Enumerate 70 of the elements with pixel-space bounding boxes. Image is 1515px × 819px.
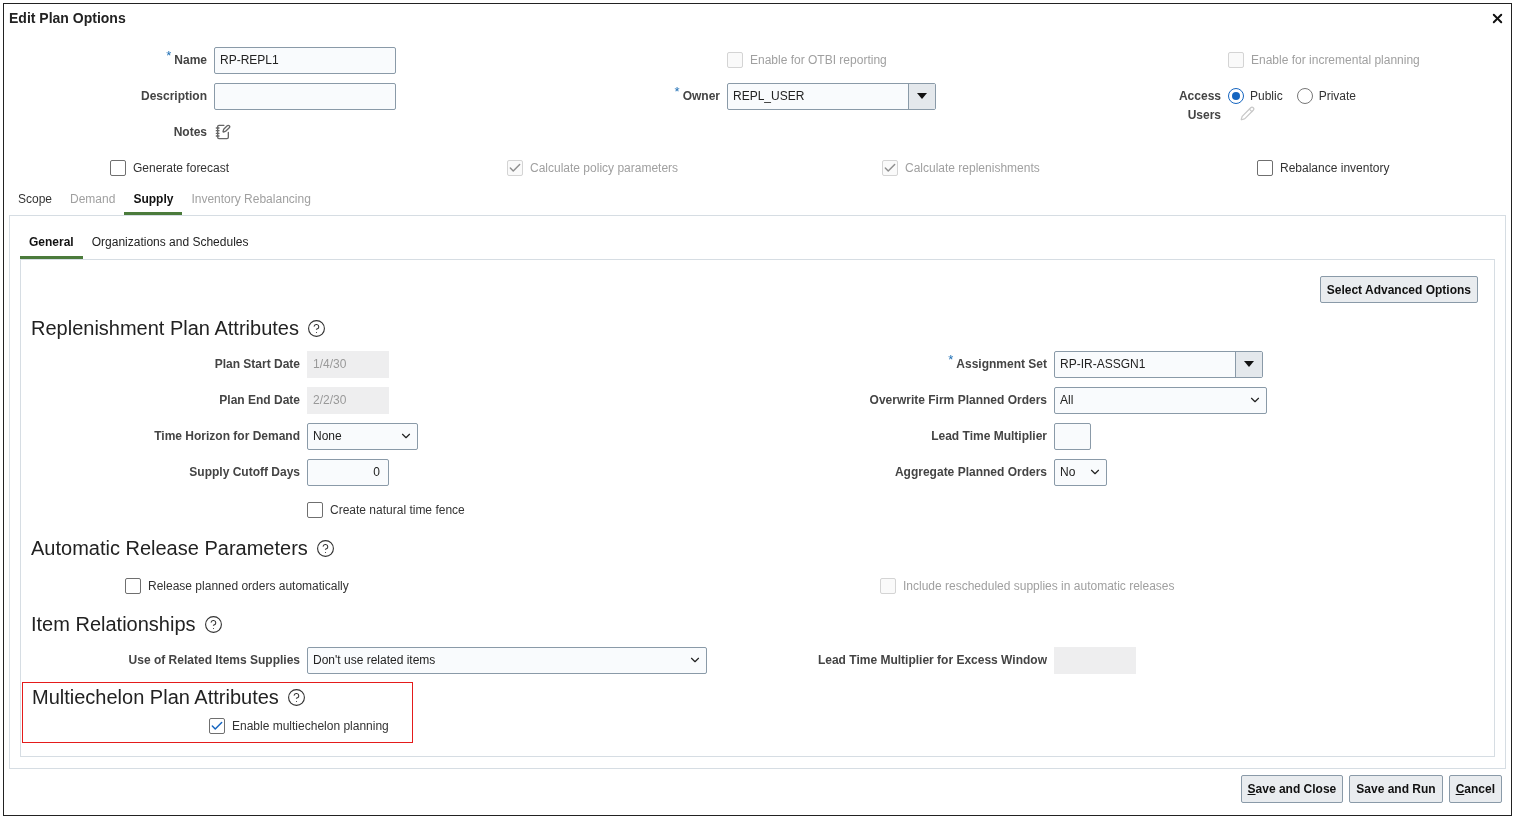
help-icon[interactable] xyxy=(203,614,223,634)
number-field[interactable]: 0 xyxy=(307,458,389,486)
window-title: Edit Plan Options xyxy=(9,8,126,28)
help-icon[interactable] xyxy=(315,538,335,558)
field-label: Notes xyxy=(173,124,207,141)
checkbox[interactable] xyxy=(1257,160,1273,176)
field-label: Plan End Date xyxy=(219,392,300,409)
checkbox[interactable] xyxy=(110,160,126,176)
field-label: Access xyxy=(1178,88,1221,105)
checkbox-label: Release planned orders automatically xyxy=(148,578,349,595)
section-title: Automatic Release Parameters xyxy=(31,536,308,561)
section-title: Item Relationships xyxy=(31,612,196,637)
read-only-field: 1/4/30 xyxy=(307,350,389,378)
field-label: Users xyxy=(1187,107,1221,124)
tab[interactable]: Scope xyxy=(9,186,62,215)
checkbox-label: Enable multiechelon planning xyxy=(232,718,389,735)
field-label: Use of Related Items Supplies xyxy=(128,652,300,669)
checkbox[interactable] xyxy=(209,718,225,734)
field-label: Aggregate Planned Orders xyxy=(894,464,1047,481)
field-label: Description xyxy=(141,88,207,105)
field-label: Time Horizon for Demand xyxy=(154,428,300,445)
input-field[interactable] xyxy=(214,82,396,110)
dropdown[interactable]: No xyxy=(1054,458,1107,486)
radio-label: Public xyxy=(1250,88,1283,105)
footer-button[interactable]: Save and Close xyxy=(1240,775,1344,803)
field-label: Owner xyxy=(682,88,720,105)
help-icon[interactable] xyxy=(306,318,326,338)
tab[interactable]: Supply xyxy=(124,186,183,215)
caret-icon xyxy=(917,93,927,99)
checkbox-label: Generate forecast xyxy=(133,160,230,177)
checkbox-label: Create natural time fence xyxy=(330,502,465,519)
tab[interactable]: General xyxy=(20,228,83,259)
footer-button[interactable]: Save and Run xyxy=(1349,775,1443,803)
radio-button[interactable] xyxy=(1296,88,1313,104)
checkbox-label: Enable for incremental planning xyxy=(1251,52,1420,69)
footer-button[interactable]: Cancel xyxy=(1448,775,1502,803)
checkbox-label: Calculate policy parameters xyxy=(530,160,679,177)
checkbox-label: Include rescheduled supplies in automatic releases xyxy=(903,578,1175,595)
checkbox-label: Enable for OTBI reporting xyxy=(750,52,887,69)
checkbox-label: Rebalance inventory xyxy=(1280,160,1390,177)
combo-box[interactable]: REPL_USER xyxy=(727,82,936,110)
radio-label: Private xyxy=(1318,88,1357,105)
field-label: Overwrite Firm Planned Orders xyxy=(869,392,1047,409)
section-title: Replenishment Plan Attributes xyxy=(31,316,299,341)
field-label: Plan Start Date xyxy=(214,356,300,373)
dropdown[interactable]: Don't use related items xyxy=(307,646,707,674)
checkbox[interactable] xyxy=(307,502,323,518)
checkbox-label: Calculate replenishments xyxy=(905,160,1040,177)
combo-box[interactable]: RP-IR-ASSGN1 xyxy=(1054,350,1263,378)
dropdown[interactable]: All xyxy=(1054,386,1267,414)
dropdown[interactable]: None xyxy=(307,422,418,450)
field-label: Lead Time Multiplier xyxy=(931,428,1047,445)
required-asterisk: * xyxy=(166,47,172,66)
checkbox[interactable] xyxy=(125,578,141,594)
field-label: Supply Cutoff Days xyxy=(189,464,300,481)
input-field[interactable]: RP-REPL1 xyxy=(214,46,396,74)
field-label: Assignment Set xyxy=(956,356,1047,373)
caret-icon xyxy=(1244,361,1254,367)
field-label: Name xyxy=(174,52,207,69)
required-asterisk: * xyxy=(674,83,680,102)
help-icon[interactable] xyxy=(286,687,306,707)
read-only-field: 2/2/30 xyxy=(307,386,389,414)
input-field[interactable] xyxy=(1054,422,1091,450)
field-label: Lead Time Multiplier for Excess Window xyxy=(817,652,1047,669)
radio-button[interactable] xyxy=(1228,88,1244,104)
tab[interactable]: Organizations and Schedules xyxy=(82,228,258,259)
select-advanced-options-button[interactable]: Select Advanced Options xyxy=(1319,276,1478,303)
required-asterisk: * xyxy=(948,351,954,370)
section-title: Multiechelon Plan Attributes xyxy=(32,685,279,710)
notes-icon[interactable] xyxy=(215,124,231,140)
